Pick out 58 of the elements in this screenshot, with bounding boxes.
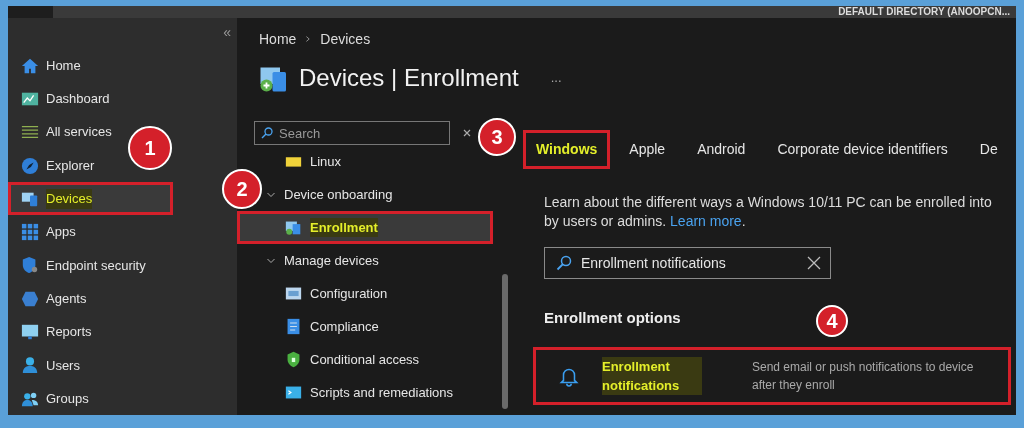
chevron-icon (304, 35, 313, 43)
callout-badge: 3 (478, 118, 516, 156)
sidebar-item[interactable]: All services (18, 115, 119, 149)
terminal-icon (285, 384, 302, 401)
option-description: Send email or push notifications to device after they enroll (752, 358, 974, 394)
page-title: Devices | Enrollment (299, 63, 519, 93)
user-icon (21, 356, 39, 375)
sidebar-item[interactable]: Home (18, 49, 88, 83)
tab[interactable]: De (966, 129, 1011, 169)
search-field[interactable]: Search (254, 121, 450, 145)
search-icon (556, 255, 572, 271)
callout-badge: 2 (222, 169, 262, 209)
tab[interactable]: Android (684, 129, 759, 169)
hexagon-icon (21, 289, 39, 308)
settings-panel-icon (285, 285, 302, 302)
home-icon (21, 56, 39, 75)
shield-icon (21, 256, 39, 275)
more-button[interactable]: ... (550, 68, 562, 88)
breadcrumb-link[interactable]: Home (259, 28, 297, 50)
menu-group[interactable]: Manage devices (263, 244, 386, 277)
filter-field[interactable]: Enrollment notifications (544, 247, 831, 279)
report-icon (21, 323, 39, 341)
directory-name: DEFAULT DIRECTORY (ANOOPCN... (838, 6, 1010, 18)
menu-group[interactable]: Device onboarding (263, 178, 400, 211)
sidebar-item[interactable]: Explorer (18, 148, 102, 183)
devices-icon (285, 219, 302, 236)
learn-more-link[interactable]: Learn more (670, 213, 742, 229)
menu-item[interactable]: Configuration (282, 277, 395, 310)
sidebar-item[interactable]: Reports (18, 315, 99, 349)
tab[interactable]: Windows (523, 129, 611, 169)
section-heading: Enrollment options (544, 308, 681, 328)
tab-strip (8, 6, 53, 18)
document-icon (285, 318, 302, 335)
grid-icon (21, 223, 39, 242)
menu-item[interactable]: Conditional access (282, 343, 427, 376)
option-row[interactable]: Enrollment notifications Send email or push notifications to device after they enroll (533, 346, 1011, 405)
tab[interactable]: Apple (616, 129, 679, 169)
sidebar-item[interactable]: Users (18, 348, 87, 382)
search-icon (261, 127, 273, 139)
close-icon[interactable] (807, 256, 821, 270)
close-icon[interactable] (463, 129, 471, 137)
description-text: Learn about the different ways a Windows 10/11 PC can be enrolled into by users or admins. Learn more. (544, 193, 993, 231)
sidebar-item[interactable]: Devices (8, 182, 173, 216)
breadcrumb-link[interactable]: Devices (320, 28, 371, 50)
sidebar-item[interactable]: Endpoint security (18, 248, 153, 283)
menu-item[interactable]: Scripts and remediations (282, 376, 461, 409)
collapse-button[interactable]: « (223, 24, 231, 40)
menu-item[interactable]: Enrollment (237, 211, 493, 244)
compass-icon (21, 156, 39, 175)
sidebar-item[interactable]: Agents (18, 282, 94, 316)
tab[interactable]: Corporate device identifiers (764, 129, 961, 169)
shield-icon (285, 351, 302, 368)
menu-item[interactable]: Compliance (282, 310, 386, 343)
menu-item[interactable]: Linux (282, 145, 349, 178)
sidebar-item[interactable]: Groups (18, 381, 96, 416)
callout-badge: 4 (816, 305, 848, 337)
sidebar-item[interactable]: Apps (18, 215, 83, 249)
sidebar-item[interactable]: Dashboard (18, 82, 117, 116)
